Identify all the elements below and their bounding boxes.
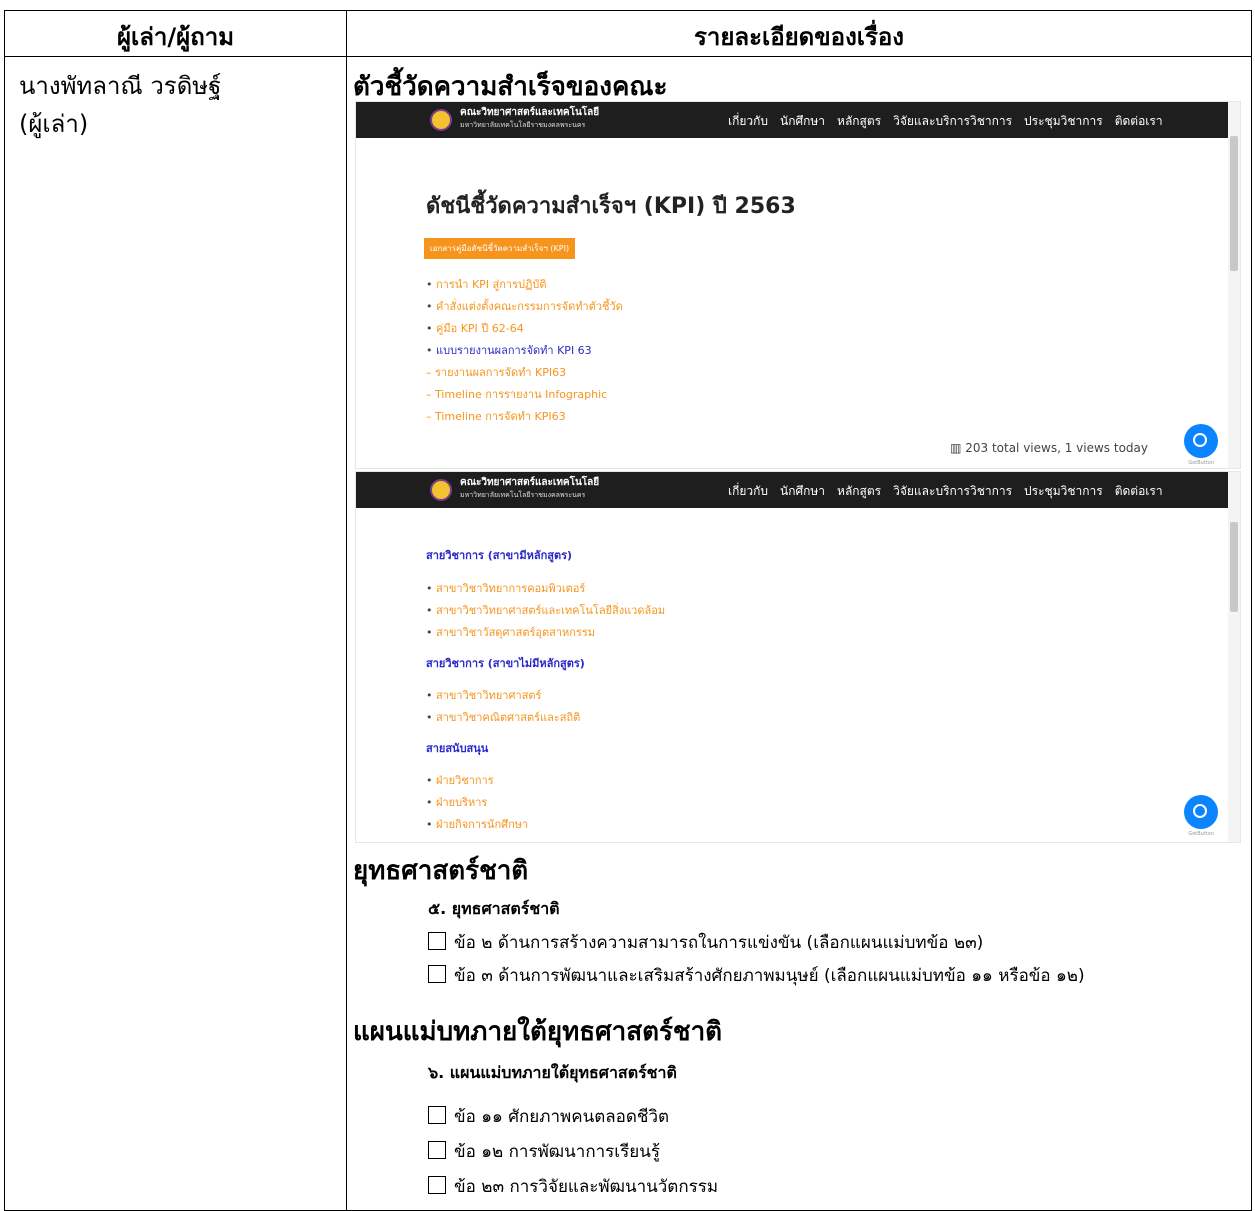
- header-details: รายละเอียดของเรื่อง: [693, 23, 905, 51]
- kpi-manual-button[interactable]: เอกสารคู่มือดัชนีชี้วัดความสำเร็จฯ (KPI): [424, 238, 576, 259]
- menu-conference-2[interactable]: ประชุมวิชาการ: [1024, 484, 1103, 498]
- masterplan-item-2: ข้อ ๑๒ การพัฒนาการเรียนรู้: [428, 1138, 660, 1165]
- menu-students[interactable]: นักศึกษา: [780, 114, 825, 128]
- strategy-item-1-text: ข้อ ๒ ด้านการสร้างความสามารถในการแข่งขัน…: [454, 933, 984, 953]
- menu-about-2[interactable]: เกี่ยวกับ: [728, 484, 768, 498]
- site-brand-2: คณะวิทยาศาสตร์และเทคโนโลยี มหาวิทยาลัยเท…: [460, 477, 599, 501]
- menu-about[interactable]: เกี่ยวกับ: [728, 114, 768, 128]
- checkbox[interactable]: [428, 1176, 446, 1194]
- faculty-logo-icon-2: [430, 479, 452, 501]
- group3-item-1[interactable]: ฝ่ายวิชาการ: [426, 770, 528, 792]
- menu-students-2[interactable]: นักศึกษา: [780, 484, 825, 498]
- strategy-subtitle: ๕. ยุทธศาสตร์ชาติ: [428, 899, 560, 918]
- group1-item-1[interactable]: สาขาวิชาวิทยาการคอมพิวเตอร์: [426, 578, 665, 600]
- header-divider: [5, 56, 1251, 57]
- kpi-link-2[interactable]: คำสั่งแต่งตั้งคณะกรรมการจัดทำตัวชี้วัด: [426, 296, 623, 318]
- kpi-link-4[interactable]: แบบรายงานผลการจัดทำ KPI 63: [426, 340, 623, 362]
- section-masterplan-title: แผนแม่บทภายใต้ยุทธศาสตร์ชาติ: [353, 1017, 723, 1047]
- checkbox[interactable]: [428, 1141, 446, 1159]
- brand-sub-2: มหาวิทยาลัยเทคโนโลยีราชมงคลพระนคร: [460, 491, 586, 499]
- strategy-item-1: ข้อ ๒ ด้านการสร้างความสามารถในการแข่งขัน…: [428, 929, 983, 956]
- menu-courses-2[interactable]: หลักสูตร: [837, 484, 881, 498]
- section-kpi-title: ตัวชี้วัดความสำเร็จของคณะ: [353, 72, 668, 102]
- checkbox[interactable]: [428, 965, 446, 983]
- narrator-cell: นางพัทลาณี วรดิษฐ์ (ผู้เล่า): [19, 67, 221, 143]
- site-menu-2: เกี่ยวกับ นักศึกษา หลักสูตร วิจัยและบริการว…: [728, 482, 1175, 501]
- site-brand: คณะวิทยาศาสตร์และเทคโนโลยี มหาวิทยาลัยเท…: [460, 107, 599, 131]
- narrator-role: (ผู้เล่า): [19, 110, 89, 138]
- masterplan-item-3: ข้อ ๒๓ การวิจัยและพัฒนานวัตกรรม: [428, 1173, 718, 1200]
- menu-research-2[interactable]: วิจัยและบริการวิชาการ: [893, 484, 1012, 498]
- menu-research[interactable]: วิจัยและบริการวิชาการ: [893, 114, 1012, 128]
- header-narrator: ผู้เล่า/ผู้ถาม: [116, 23, 235, 51]
- group1-list: สาขาวิชาวิทยาการคอมพิวเตอร์ สาขาวิชาวิทย…: [426, 578, 665, 644]
- scrollbar-thumb-2[interactable]: [1230, 522, 1238, 612]
- site-navbar-2: คณะวิทยาศาสตร์และเทคโนโลยี มหาวิทยาลัยเท…: [356, 472, 1240, 508]
- getbutton-label-2: GetButton: [1188, 831, 1214, 837]
- narrator-name: นางพัทลาณี วรดิษฐ์: [19, 72, 222, 100]
- masterplan-item-2-text: ข้อ ๑๒ การพัฒนาการเรียนรู้: [454, 1142, 660, 1162]
- brand-name: คณะวิทยาศาสตร์และเทคโนโลยี: [460, 107, 600, 118]
- kpi-page-title: ดัชนีชี้วัดความสำเร็จฯ (KPI) ปี 2563: [426, 194, 796, 219]
- strategy-item-2: ข้อ ๓ ด้านการพัฒนาและเสริมสร้างศักยภาพมน…: [428, 962, 1085, 989]
- masterplan-item-1: ข้อ ๑๑ ศักยภาพคนตลอดชีวิต: [428, 1103, 669, 1130]
- column-divider: [346, 11, 347, 1210]
- menu-contact-2[interactable]: ติดต่อเรา: [1115, 484, 1163, 498]
- messenger-icon[interactable]: [1184, 424, 1218, 458]
- view-count-text: 203 total views, 1 views today: [965, 441, 1148, 455]
- site-menu: เกี่ยวกับ นักศึกษา หลักสูตร วิจัยและบริการว…: [728, 112, 1175, 131]
- group1-item-2[interactable]: สาขาวิชาวิทยาศาสตร์และเทคโนโลยีสิ่งแวดล้…: [426, 600, 665, 622]
- brand-sub: มหาวิทยาลัยเทคโนโลยีราชมงคลพระนคร: [460, 121, 586, 129]
- kpi-link-3[interactable]: คู่มือ KPI ปี 62-64: [426, 318, 623, 340]
- brand-name-2: คณะวิทยาศาสตร์และเทคโนโลยี: [460, 477, 600, 488]
- departments-page-screenshot: คณะวิทยาศาสตร์และเทคโนโลยี มหาวิทยาลัยเท…: [356, 472, 1240, 842]
- group3-list: ฝ่ายวิชาการ ฝ่ายบริหาร ฝ่ายกิจการนักศึกษ…: [426, 770, 528, 836]
- menu-conference[interactable]: ประชุมวิชาการ: [1024, 114, 1103, 128]
- getbutton-label: GetButton: [1188, 460, 1214, 466]
- strategy-item-2-text: ข้อ ๓ ด้านการพัฒนาและเสริมสร้างศักยภาพมน…: [454, 966, 1085, 986]
- kpi-sublink-1[interactable]: – รายงานผลการจัดทำ KPI63: [426, 362, 623, 384]
- kpi-sublink-3[interactable]: – Timeline การจัดทำ KPI63: [426, 406, 623, 428]
- faculty-logo-icon: [430, 109, 452, 131]
- masterplan-item-1-text: ข้อ ๑๑ ศักยภาพคนตลอดชีวิต: [454, 1107, 670, 1127]
- checkbox[interactable]: [428, 1106, 446, 1124]
- section-strategy-title: ยุทธศาสตร์ชาติ: [353, 856, 529, 886]
- group-heading-2[interactable]: สายวิชาการ (สาขาไม่มีหลักสูตร): [426, 654, 585, 672]
- masterplan-item-3-text: ข้อ ๒๓ การวิจัยและพัฒนานวัตกรรม: [454, 1177, 719, 1197]
- group-heading-3[interactable]: สายสนับสนุน: [426, 739, 488, 757]
- group3-item-2[interactable]: ฝ่ายบริหาร: [426, 792, 528, 814]
- scrollbar-thumb[interactable]: [1230, 136, 1238, 271]
- group2-list: สาขาวิชาวิทยาศาสตร์ สาขาวิชาคณิตศาสตร์แล…: [426, 685, 580, 729]
- kpi-sublink-2[interactable]: – Timeline การรายงาน Infographic: [426, 384, 623, 406]
- view-counter: ▥ 203 total views, 1 views today: [950, 441, 1148, 455]
- site-navbar: คณะวิทยาศาสตร์และเทคโนโลยี มหาวิทยาลัยเท…: [356, 102, 1240, 138]
- group-heading-1[interactable]: สายวิชาการ (สาขามีหลักสูตร): [426, 546, 572, 564]
- group2-item-1[interactable]: สาขาวิชาวิทยาศาสตร์: [426, 685, 580, 707]
- scrollbar-2[interactable]: [1228, 472, 1240, 842]
- checkbox[interactable]: [428, 932, 446, 950]
- messenger-icon-2[interactable]: [1184, 795, 1218, 829]
- kpi-link-1[interactable]: การนำ KPI สู่การปฏิบัติ: [426, 274, 623, 296]
- masterplan-subtitle: ๖. แผนแม่บทภายใต้ยุทธศาสตร์ชาติ: [428, 1063, 677, 1082]
- bar-chart-icon: ▥: [950, 441, 962, 455]
- menu-courses[interactable]: หลักสูตร: [837, 114, 881, 128]
- group2-item-2[interactable]: สาขาวิชาคณิตศาสตร์และสถิติ: [426, 707, 580, 729]
- scrollbar[interactable]: [1228, 102, 1240, 468]
- group3-item-3[interactable]: ฝ่ายกิจการนักศึกษา: [426, 814, 528, 836]
- kpi-page-screenshot: คณะวิทยาศาสตร์และเทคโนโลยี มหาวิทยาลัยเท…: [356, 102, 1240, 468]
- kpi-link-list: การนำ KPI สู่การปฏิบัติ คำสั่งแต่งตั้งคณ…: [426, 274, 623, 428]
- menu-contact[interactable]: ติดต่อเรา: [1115, 114, 1163, 128]
- group1-item-3[interactable]: สาขาวิชาวัสดุศาสตร์อุตสาหกรรม: [426, 622, 665, 644]
